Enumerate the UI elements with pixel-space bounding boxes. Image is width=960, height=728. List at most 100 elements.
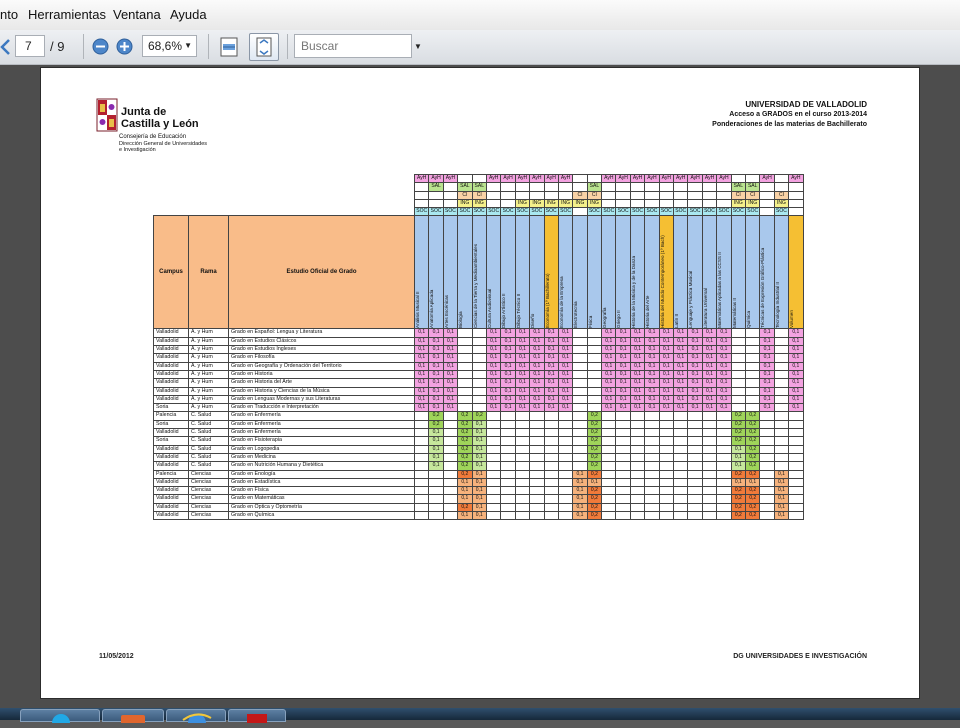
weight-cell: [457, 386, 473, 396]
menu-item-herramientas[interactable]: Herramientas: [28, 7, 106, 22]
weight-cell: 0,1: [788, 361, 804, 371]
weight-cell: 0,2: [744, 436, 761, 446]
weight-cell: 0,1: [500, 353, 516, 363]
table-row: Soria C. Salud Grado en Enfermería 0,2 0,2 0,…: [153, 419, 804, 430]
document-viewport[interactable]: Junta de Castilla y León Consejería de E…: [0, 65, 960, 708]
menu-item-ventana[interactable]: Ventana: [113, 7, 161, 22]
taskbar-button-ie[interactable]: [166, 709, 226, 728]
weight-cell: [485, 486, 502, 496]
weight-cell: 0,1: [543, 328, 559, 338]
weight-cell: [500, 444, 516, 454]
weight-cell: 0,1: [557, 361, 574, 371]
branch-code-cell: [615, 182, 631, 192]
weight-cell: 0,1: [687, 361, 703, 371]
table-row: Valladolid A. y Hum Grado en Historia 0,1 0,…: [153, 369, 804, 380]
weight-cell: [572, 444, 588, 454]
weight-cell: [644, 494, 660, 504]
taskbar-button-acrobat[interactable]: [228, 709, 286, 724]
campus-cell: Soria: [153, 403, 189, 413]
rama-cell: A. y Hum: [188, 345, 229, 355]
weight-cell: 0,1: [428, 452, 444, 463]
branch-code-cell: [629, 198, 646, 209]
search-input[interactable]: Buscar: [294, 34, 412, 58]
weight-cell: [557, 510, 574, 521]
weight-cell: [413, 419, 430, 430]
weight-cell: [601, 436, 617, 446]
branch-code-cell: [413, 190, 430, 200]
weight-cell: 0,1: [615, 353, 631, 363]
weight-cell: [744, 361, 761, 371]
taskbar-button-powerpoint[interactable]: [102, 709, 164, 725]
weight-cell: 0,1: [701, 394, 718, 405]
weight-cell: [773, 461, 790, 471]
branch-code-cell: [644, 182, 660, 192]
code-row: SAL SAL SAL SAL SAL SAL: [154, 182, 804, 192]
weight-cell: 0,1: [428, 361, 444, 371]
weight-cell: [644, 461, 660, 471]
menu-item-documento[interactable]: nto: [0, 7, 18, 22]
weight-cell: [413, 502, 430, 513]
campus-cell: Valladolid: [153, 502, 189, 513]
subject-header: Cultura Audiovisual: [485, 215, 502, 330]
weight-cell: 0,1: [658, 345, 675, 355]
zoom-level-select[interactable]: 68,6% ▼: [142, 35, 197, 57]
weight-cell: [500, 510, 516, 521]
weight-cell: 0,1: [701, 386, 718, 396]
page-number-input[interactable]: 7: [15, 35, 45, 57]
weight-cell: [673, 461, 689, 471]
zoom-out-icon[interactable]: [92, 38, 109, 55]
search-options-chevron-icon[interactable]: ▼: [414, 42, 422, 51]
weight-cell: [615, 444, 631, 454]
estudio-cell: Grado en Enología: [228, 469, 415, 479]
weight-cell: [673, 486, 689, 496]
weight-cell: 0,1: [442, 394, 459, 405]
branch-code-cell: SOC: [716, 207, 732, 217]
weight-cell: 0,1: [442, 345, 459, 355]
branch-code-cell: [744, 173, 761, 184]
weight-cell: [500, 502, 516, 513]
weight-cell: [500, 452, 516, 463]
weight-cell: 0,1: [759, 361, 775, 371]
weight-cell: [529, 411, 545, 421]
branch-code-cell: [716, 198, 732, 209]
estudio-cell: Grado en Estadística: [228, 477, 415, 488]
weight-cell: [615, 419, 631, 430]
weight-cell: 0,1: [658, 386, 675, 396]
weight-cell: 0,1: [428, 394, 444, 405]
weight-cell: [413, 461, 430, 471]
weight-cell: [716, 494, 732, 504]
fit-width-icon[interactable]: [218, 36, 240, 58]
branch-code-cell: [615, 198, 631, 209]
previous-page-icon[interactable]: [0, 39, 10, 55]
weight-cell: 0,1: [543, 336, 559, 347]
estudio-cell: Grado en Historia y Ciencias de la Músic…: [228, 386, 415, 396]
weight-cell: [572, 378, 588, 388]
taskbar-button-skype[interactable]: [20, 709, 100, 728]
zoom-in-icon[interactable]: [116, 38, 133, 55]
weight-cell: [529, 419, 545, 430]
weight-cell: 0,1: [457, 477, 473, 488]
rama-cell: A. y Hum: [188, 394, 229, 405]
branch-code-cell: [557, 182, 574, 192]
weight-cell: [500, 477, 516, 488]
table-row: Valladolid Ciencias Grado en Química 0,1 0,1…: [153, 510, 804, 521]
weight-cell: [529, 494, 545, 504]
weight-cell: [644, 444, 660, 454]
menu-item-ayuda[interactable]: Ayuda: [170, 7, 207, 22]
weight-cell: [644, 452, 660, 463]
campus-cell: Valladolid: [153, 394, 189, 405]
weight-cell: [644, 419, 660, 430]
weight-cell: [687, 461, 703, 471]
campus-cell: Valladolid: [153, 345, 189, 355]
weight-cell: 0,1: [687, 403, 703, 413]
weight-cell: [442, 452, 459, 463]
weight-cell: [514, 469, 531, 479]
weight-cell: 0,1: [529, 361, 545, 371]
weight-cell: 0,2: [586, 486, 603, 496]
branch-code-cell: [428, 190, 444, 200]
estudio-cell: Grado en Química: [228, 510, 415, 521]
weight-cell: 0,1: [428, 428, 444, 438]
weight-cell: [601, 461, 617, 471]
weight-cell: [543, 419, 559, 430]
fit-page-button[interactable]: [249, 33, 279, 61]
